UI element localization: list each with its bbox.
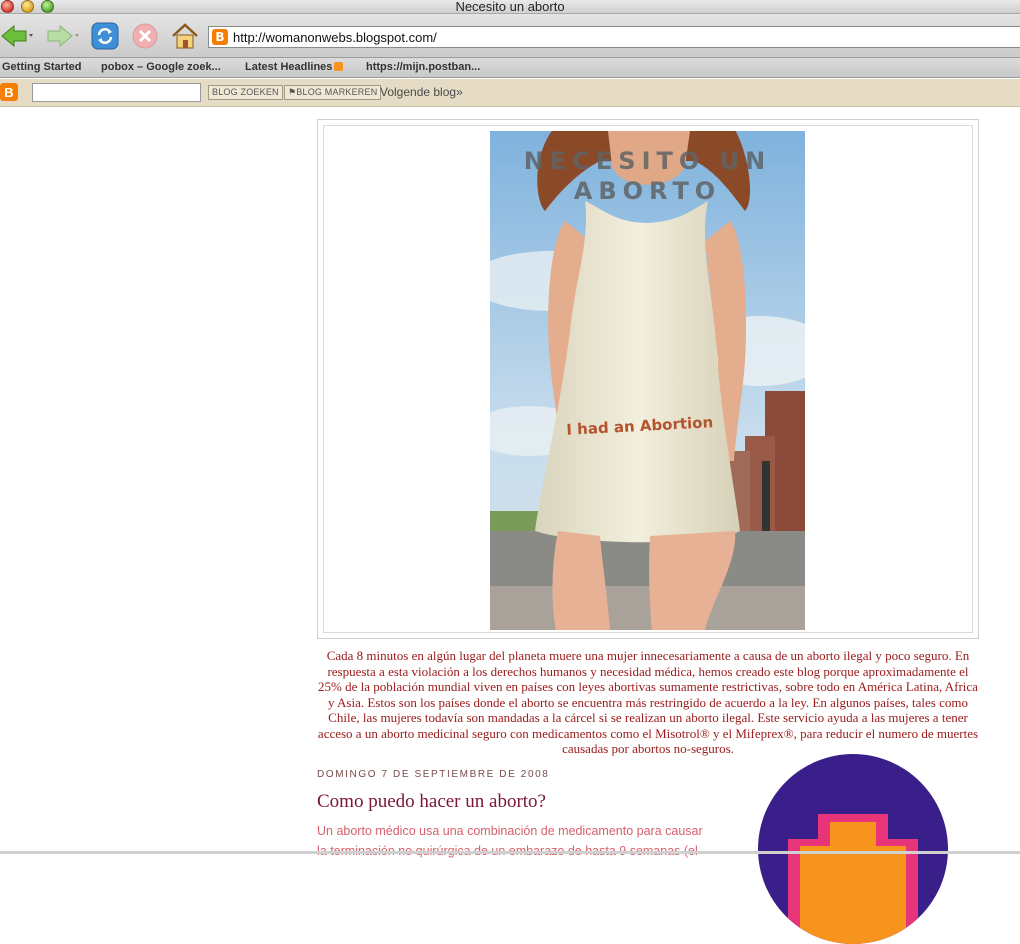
badge-graphic xyxy=(788,814,918,944)
window-title: Necesito un aborto xyxy=(455,0,565,14)
stop-button[interactable] xyxy=(130,22,160,50)
bookmarks-bar: Getting Started pobox – Google zoek... L… xyxy=(0,58,1020,78)
blog-search-button[interactable]: BLOG ZOEKEN xyxy=(208,85,283,100)
back-arrow-icon xyxy=(1,24,33,48)
forward-arrow-icon xyxy=(47,24,79,48)
blogger-favicon-icon: B xyxy=(212,29,228,45)
bookmark-latest-headlines[interactable]: Latest Headlines xyxy=(245,61,344,73)
post-date: DOMINGO 7 DE SEPTIEMBRE DE 2008 xyxy=(317,769,550,780)
post-body-line: Un aborto médico usa una combinación de … xyxy=(317,824,703,838)
post-title[interactable]: Como puedo hacer un aborto? xyxy=(317,791,546,813)
post-body: Un aborto médico usa una combinación de … xyxy=(317,821,727,861)
bookmark-getting-started[interactable]: Getting Started xyxy=(2,61,81,73)
blogger-logo-icon[interactable]: B xyxy=(0,83,18,101)
address-bar[interactable]: B http://womanonwebs.blogspot.com/ xyxy=(208,26,1020,48)
blog-search-input[interactable] xyxy=(32,83,201,102)
bookmark-postbank[interactable]: https://mijn.postban... xyxy=(366,61,480,73)
home-icon xyxy=(172,23,198,49)
flag-blog-label: BLOG MARKEREN xyxy=(296,87,378,97)
stop-icon xyxy=(132,23,158,49)
flag-blog-button[interactable]: ⚑BLOG MARKEREN xyxy=(284,85,382,100)
blog-title[interactable]: NECESITO UN ABORTO xyxy=(490,146,805,206)
bookmark-latest-headlines-label: Latest Headlines xyxy=(245,61,333,73)
sidebar-badge[interactable] xyxy=(758,754,948,944)
blog-description: Cada 8 minutos en algún lugar del planet… xyxy=(317,648,979,756)
forward-button[interactable] xyxy=(44,22,80,50)
home-button[interactable] xyxy=(170,22,200,50)
next-blog-link[interactable]: Volgende blog» xyxy=(380,85,463,99)
bookmark-pobox[interactable]: pobox – Google zoek... xyxy=(101,61,221,73)
reload-button[interactable] xyxy=(90,22,120,50)
reload-icon xyxy=(91,22,119,50)
url-text[interactable]: http://womanonwebs.blogspot.com/ xyxy=(233,30,437,45)
window-titlebar: Necesito un aborto xyxy=(0,0,1020,14)
browser-toolbar: B http://womanonwebs.blogspot.com/ xyxy=(0,14,1020,58)
blogger-navbar: B BLOG ZOEKEN ⚑BLOG MARKEREN Volgende bl… xyxy=(0,79,1020,107)
rss-feed-icon xyxy=(334,62,344,71)
back-button[interactable] xyxy=(0,22,36,50)
